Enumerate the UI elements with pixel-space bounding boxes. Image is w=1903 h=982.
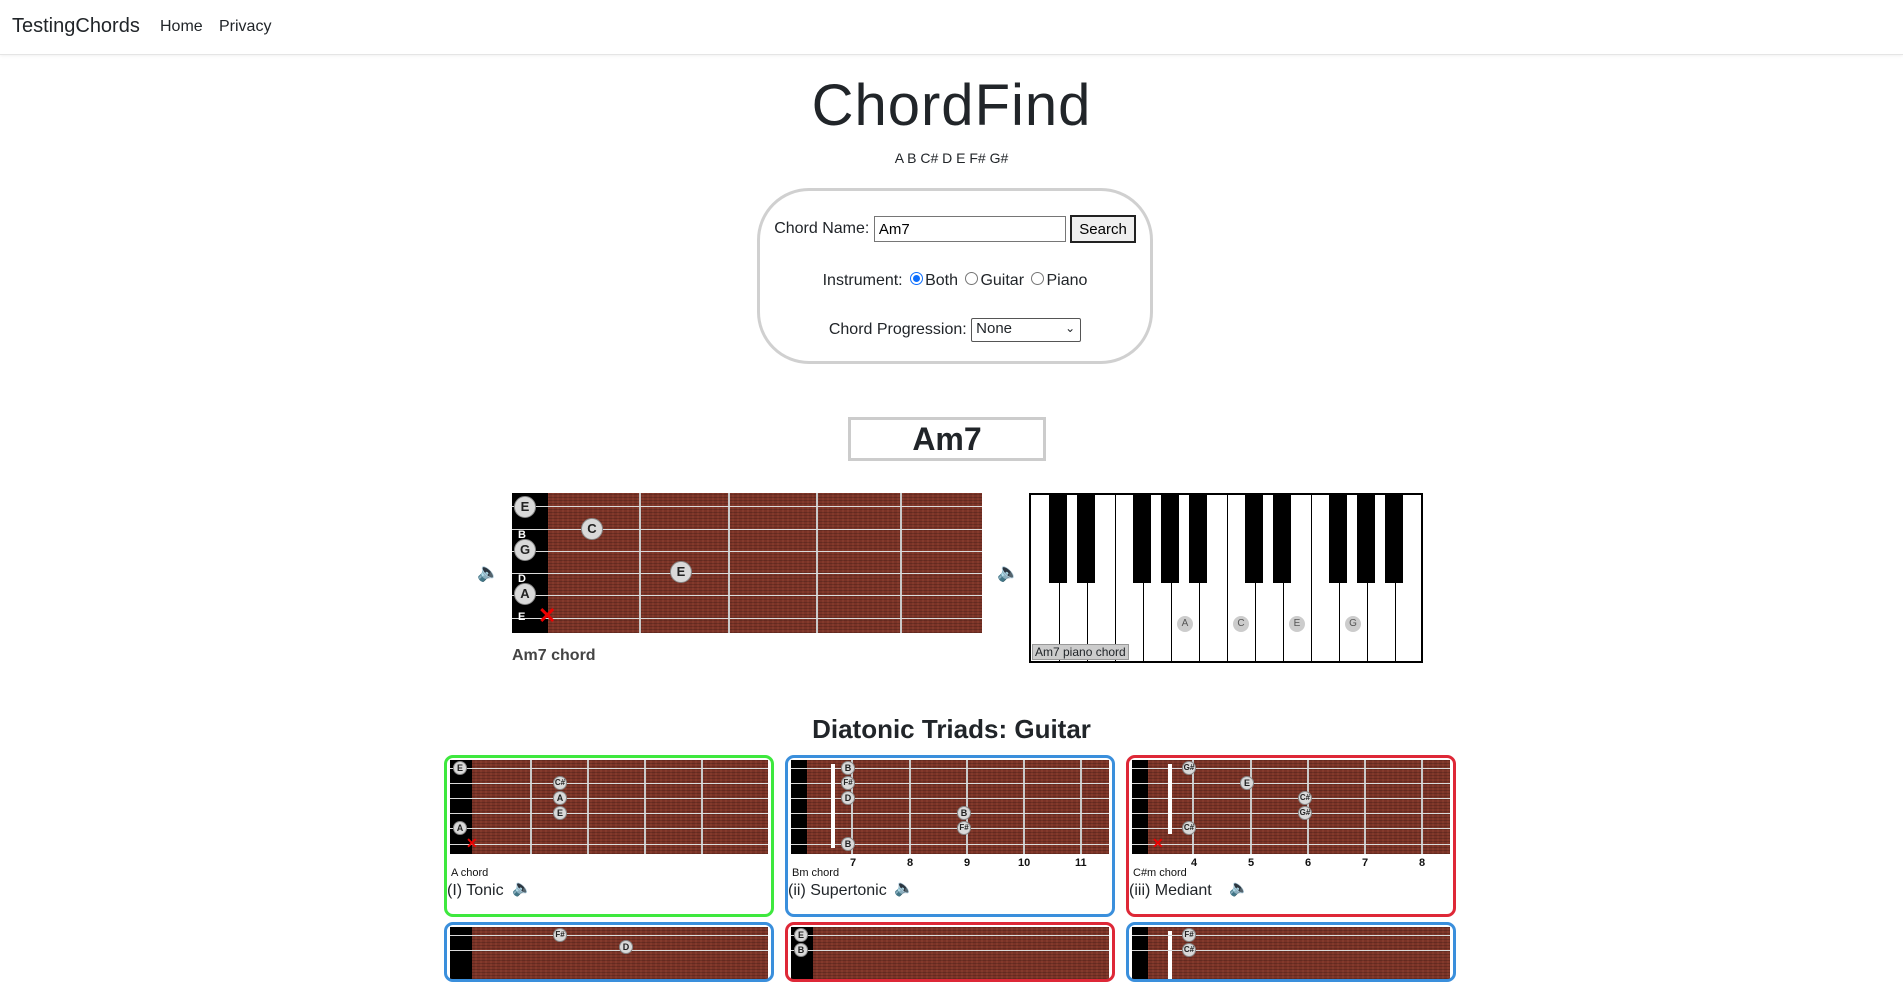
search-panel: Chord Name: Search Instrument: Both Guit… — [757, 188, 1153, 364]
piano-note-c: C — [1233, 616, 1249, 632]
speaker-icon[interactable]: 🔈 — [1229, 878, 1249, 898]
piano-keyboard: A C E G Am7 piano chord — [1029, 493, 1423, 663]
note-dot: A — [453, 821, 467, 835]
fret-number: 4 — [1191, 857, 1198, 869]
diatonic-title: Diatonic Triads: Guitar — [812, 714, 1091, 744]
note-dot-e: E — [670, 561, 692, 583]
instrument-row: Instrument: Both Guitar Piano — [760, 272, 1150, 290]
piano-note-g: G — [1345, 616, 1361, 632]
piano-speaker-icon[interactable]: 🔈 — [997, 562, 1019, 583]
note-dot: F# — [553, 928, 567, 942]
piano-chord-caption: Am7 piano chord — [1032, 644, 1129, 660]
note-dot: A — [553, 791, 567, 805]
card-fretboard: B F# D B F# B — [791, 760, 1109, 854]
radio-both-label: Both — [925, 272, 958, 289]
brand-link[interactable]: TestingChords — [12, 15, 140, 38]
nav-home-link[interactable]: Home — [160, 18, 203, 36]
diatonic-card-row2-1[interactable]: F# D — [444, 922, 774, 982]
note-dot: F# — [957, 821, 971, 835]
note-dot: F# — [841, 776, 855, 790]
card-function: (iii) Mediant — [1129, 882, 1212, 899]
search-button[interactable]: Search — [1070, 215, 1136, 243]
navbar: TestingChords Home Privacy — [0, 0, 1903, 55]
note-dot: B — [841, 837, 855, 851]
note-dot: C# — [1298, 791, 1312, 805]
fret-number: 5 — [1248, 857, 1255, 869]
fret-number: 8 — [907, 857, 914, 869]
string-label-e-low: E — [518, 611, 526, 623]
note-dot: B — [841, 761, 855, 775]
chord-notes-text: A B C# D E F# G# — [894, 150, 1009, 166]
fret-number: 11 — [1075, 857, 1087, 869]
chord-name-input[interactable] — [873, 216, 1066, 242]
x-mark-icon: ✕ — [466, 835, 478, 851]
note-dot: E — [553, 806, 567, 820]
card-caption: A chord — [451, 867, 489, 879]
card-fretboard: E C# A E A ✕ — [450, 760, 768, 854]
progression-select-value: None — [976, 320, 1012, 337]
note-dot-c: C — [581, 518, 603, 540]
radio-piano-label: Piano — [1046, 272, 1088, 289]
note-dot: E — [1240, 776, 1254, 790]
page-title: ChordFind — [811, 73, 1092, 138]
card-fretboard: E B — [791, 927, 1109, 979]
note-dot: E — [453, 761, 467, 775]
speaker-icon[interactable]: 🔈 — [894, 878, 914, 898]
card-caption: C#m chord — [1133, 867, 1187, 879]
note-dot: D — [619, 940, 633, 954]
card-caption: Bm chord — [792, 867, 840, 879]
radio-guitar-label: Guitar — [980, 272, 1025, 289]
guitar-chord-caption: Am7 chord — [512, 647, 596, 664]
note-dot-open-e: E — [514, 496, 536, 518]
fret-number: 7 — [850, 857, 857, 869]
note-dot: D — [841, 791, 855, 805]
diatonic-card-row2-2[interactable]: E B — [785, 922, 1115, 982]
note-dot: B — [957, 806, 971, 820]
note-dot-open-g: G — [514, 539, 536, 561]
note-dot: C# — [1182, 943, 1196, 957]
diatonic-card-row2-3[interactable]: F# C# — [1126, 922, 1456, 982]
fret-number: 8 — [1419, 857, 1426, 869]
card-fretboard: F# C# — [1132, 927, 1450, 979]
note-dot: C# — [1182, 821, 1196, 835]
progression-row: Chord Progression: None ⌄ — [760, 318, 1150, 342]
progression-select[interactable]: None ⌄ — [971, 318, 1082, 342]
diatonic-card-tonic[interactable]: E C# A E A ✕ A chord (I) Tonic 🔈 — [444, 755, 774, 917]
guitar-fretboard: B D E E G A C E ✕ — [512, 493, 982, 633]
x-mark-icon: ✕ — [538, 603, 557, 628]
note-dot-open-a: A — [514, 583, 536, 605]
speaker-icon[interactable]: 🔈 — [512, 878, 532, 898]
card-fretboard: G# E C# G# C# ✕ — [1132, 760, 1450, 854]
piano-note-e: E — [1289, 616, 1305, 632]
radio-both[interactable] — [910, 272, 924, 286]
card-function: (ii) Supertonic — [788, 882, 887, 899]
note-dot: C# — [553, 776, 567, 790]
result-chord-name: Am7 — [848, 417, 1046, 461]
note-dot: B — [794, 943, 808, 957]
card-fretboard: F# D — [450, 927, 768, 979]
fret-number: 7 — [1362, 857, 1369, 869]
progression-label: Chord Progression: — [828, 321, 967, 339]
radio-piano[interactable] — [1031, 272, 1045, 286]
note-dot: F# — [1182, 928, 1196, 942]
fret-number: 9 — [964, 857, 971, 869]
x-mark-icon: ✕ — [1152, 835, 1164, 851]
chord-name-label: Chord Name: — [774, 220, 870, 238]
radio-guitar[interactable] — [965, 272, 979, 286]
diatonic-card-supertonic[interactable]: B F# D B F# B 7 8 9 10 11 Bm chord (ii) … — [785, 755, 1115, 917]
chord-name-row: Chord Name: Search — [760, 215, 1150, 243]
fret-number: 10 — [1018, 857, 1031, 869]
guitar-speaker-icon[interactable]: 🔈 — [477, 562, 499, 583]
diatonic-card-mediant[interactable]: G# E C# G# C# ✕ 4 5 6 7 8 C#m chord (iii… — [1126, 755, 1456, 917]
instrument-label: Instrument: — [822, 272, 903, 289]
chevron-down-icon: ⌄ — [1065, 321, 1076, 335]
note-dot: G# — [1182, 761, 1196, 775]
note-dot: E — [794, 928, 808, 942]
card-function: (I) Tonic — [447, 882, 504, 899]
note-dot: G# — [1298, 806, 1312, 820]
fret-number: 6 — [1305, 857, 1312, 869]
piano-note-a: A — [1177, 616, 1193, 632]
nav-privacy-link[interactable]: Privacy — [219, 18, 271, 36]
